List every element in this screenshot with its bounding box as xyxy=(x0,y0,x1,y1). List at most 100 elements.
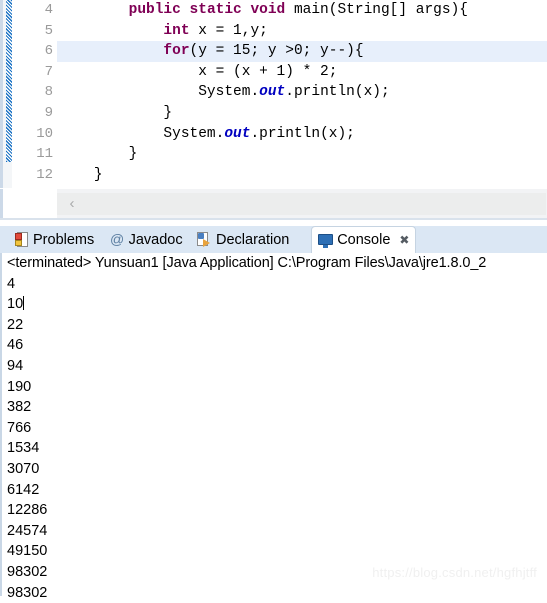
console-output-value: 766 xyxy=(7,420,31,436)
tab-label: Declaration xyxy=(216,232,289,248)
code-token: System. xyxy=(198,84,259,100)
console-output-value: 94 xyxy=(7,358,23,374)
code-token: int xyxy=(163,23,189,39)
code-indent xyxy=(59,43,163,59)
line-number: 4 xyxy=(12,0,56,21)
console-output-line: 49150 xyxy=(2,541,547,562)
console-output-value: 4 xyxy=(7,276,15,292)
code-line[interactable]: System.out.println(x); xyxy=(57,82,547,103)
code-line[interactable]: } xyxy=(57,165,547,186)
code-token: } xyxy=(163,105,172,121)
console-output-value: 22 xyxy=(7,317,23,333)
console-output-value: 24574 xyxy=(7,523,47,539)
console-output-value: 98302 xyxy=(7,564,47,580)
code-token: for xyxy=(163,43,189,59)
line-number: 11 xyxy=(12,144,56,165)
code-token: out xyxy=(224,126,250,142)
tab-declaration[interactable]: Declaration xyxy=(191,226,295,253)
view-tab-bar[interactable]: Problems @ Javadoc Declaration Console ✖ xyxy=(0,226,547,253)
console-output-value: 46 xyxy=(7,337,23,353)
tab-label: Javadoc xyxy=(129,232,183,248)
code-line[interactable]: public static void main(String[] args){ xyxy=(57,0,547,21)
code-token: x = 1,y; xyxy=(190,23,268,39)
line-number: 8 xyxy=(12,82,56,103)
tab-javadoc[interactable]: @ Javadoc xyxy=(104,226,189,253)
console-output-value: 6142 xyxy=(7,482,39,498)
console-output-value: 382 xyxy=(7,399,31,415)
code-token: x = (x + 1) * 2; xyxy=(198,64,337,80)
code-token: public static void xyxy=(129,2,294,18)
declaration-icon xyxy=(197,232,212,247)
editor-bottom-strip: ‹ xyxy=(0,188,547,219)
console-output-line: 1534 xyxy=(2,438,547,459)
console-output-value: 3070 xyxy=(7,461,39,477)
console-view[interactable]: Problems @ Javadoc Declaration Console ✖ <ter… xyxy=(0,226,547,596)
line-number: 10 xyxy=(12,124,56,145)
tab-console[interactable]: Console ✖ xyxy=(311,226,416,253)
console-output-value: 12286 xyxy=(7,502,47,518)
code-token: .println(x); xyxy=(250,126,354,142)
code-indent xyxy=(59,167,94,183)
problems-icon xyxy=(14,232,29,247)
code-token: (y = 15; y >0; y--){ xyxy=(190,43,364,59)
tab-problems[interactable]: Problems xyxy=(8,226,100,253)
code-text-area[interactable]: public static void main(String[] args){ … xyxy=(57,0,547,188)
code-token: } xyxy=(94,167,103,183)
console-output-area[interactable]: <terminated> Yunsuan1 [Java Application]… xyxy=(0,253,547,596)
code-line[interactable]: } xyxy=(57,144,547,165)
code-editor-pane[interactable]: 456789101112 public static void main(Str… xyxy=(0,0,547,188)
code-indent xyxy=(59,105,163,121)
console-output-line: 766 xyxy=(2,418,547,439)
code-indent xyxy=(59,146,129,162)
line-number: 7 xyxy=(12,62,56,83)
code-line[interactable]: System.out.println(x); xyxy=(57,124,547,145)
console-output-line: 94 xyxy=(2,356,547,377)
code-line[interactable]: for(y = 15; y >0; y--){ xyxy=(57,41,547,62)
chevron-left-icon[interactable]: ‹ xyxy=(62,193,82,215)
console-icon xyxy=(318,233,333,248)
text-caret xyxy=(23,296,24,310)
code-indent xyxy=(59,23,163,39)
code-indent xyxy=(59,126,163,142)
console-output-value: 1534 xyxy=(7,440,39,456)
code-indent xyxy=(59,84,198,100)
console-output-line: 12286 xyxy=(2,500,547,521)
console-output-line: 46 xyxy=(2,335,547,356)
console-output-value: 98302 xyxy=(7,585,47,601)
console-output-line: 4 xyxy=(2,274,547,295)
code-line[interactable]: int x = 1,y; xyxy=(57,21,547,42)
code-token: System. xyxy=(163,126,224,142)
line-number: 5 xyxy=(12,21,56,42)
console-output-line: 98302 xyxy=(2,583,547,603)
code-token: .println(x); xyxy=(285,84,389,100)
console-output-line: 6142 xyxy=(2,480,547,501)
code-token: } xyxy=(129,146,138,162)
line-number: 6 xyxy=(12,41,56,62)
annotation-ruler[interactable] xyxy=(3,0,12,188)
console-output-line: 24574 xyxy=(2,521,547,542)
editor-horizontal-scrollbar[interactable] xyxy=(57,193,546,215)
tab-label: Problems xyxy=(33,232,94,248)
console-output-line: 10 xyxy=(2,294,547,315)
console-process-header: <terminated> Yunsuan1 [Java Application]… xyxy=(2,253,547,274)
console-output-value: 49150 xyxy=(7,543,47,559)
code-indent xyxy=(59,64,198,80)
code-line[interactable]: } xyxy=(57,103,547,124)
code-token: out xyxy=(259,84,285,100)
pane-separator-line xyxy=(0,218,547,220)
console-output-line: 382 xyxy=(2,397,547,418)
console-output-line: 98302 xyxy=(2,562,547,583)
line-number-gutter[interactable]: 456789101112 xyxy=(12,0,56,188)
editor-bottom-gutter-filler xyxy=(3,189,57,218)
tab-label: Console xyxy=(337,232,390,248)
close-icon[interactable]: ✖ xyxy=(399,233,409,247)
console-output-value: 190 xyxy=(7,379,31,395)
code-indent xyxy=(59,2,129,18)
code-line[interactable]: x = (x + 1) * 2; xyxy=(57,62,547,83)
console-output-line: 3070 xyxy=(2,459,547,480)
javadoc-icon: @ xyxy=(110,232,125,247)
console-output-value: 10 xyxy=(7,296,23,312)
line-number: 9 xyxy=(12,103,56,124)
code-token: main(String[] args){ xyxy=(294,2,468,18)
pane-separator[interactable] xyxy=(0,218,547,226)
